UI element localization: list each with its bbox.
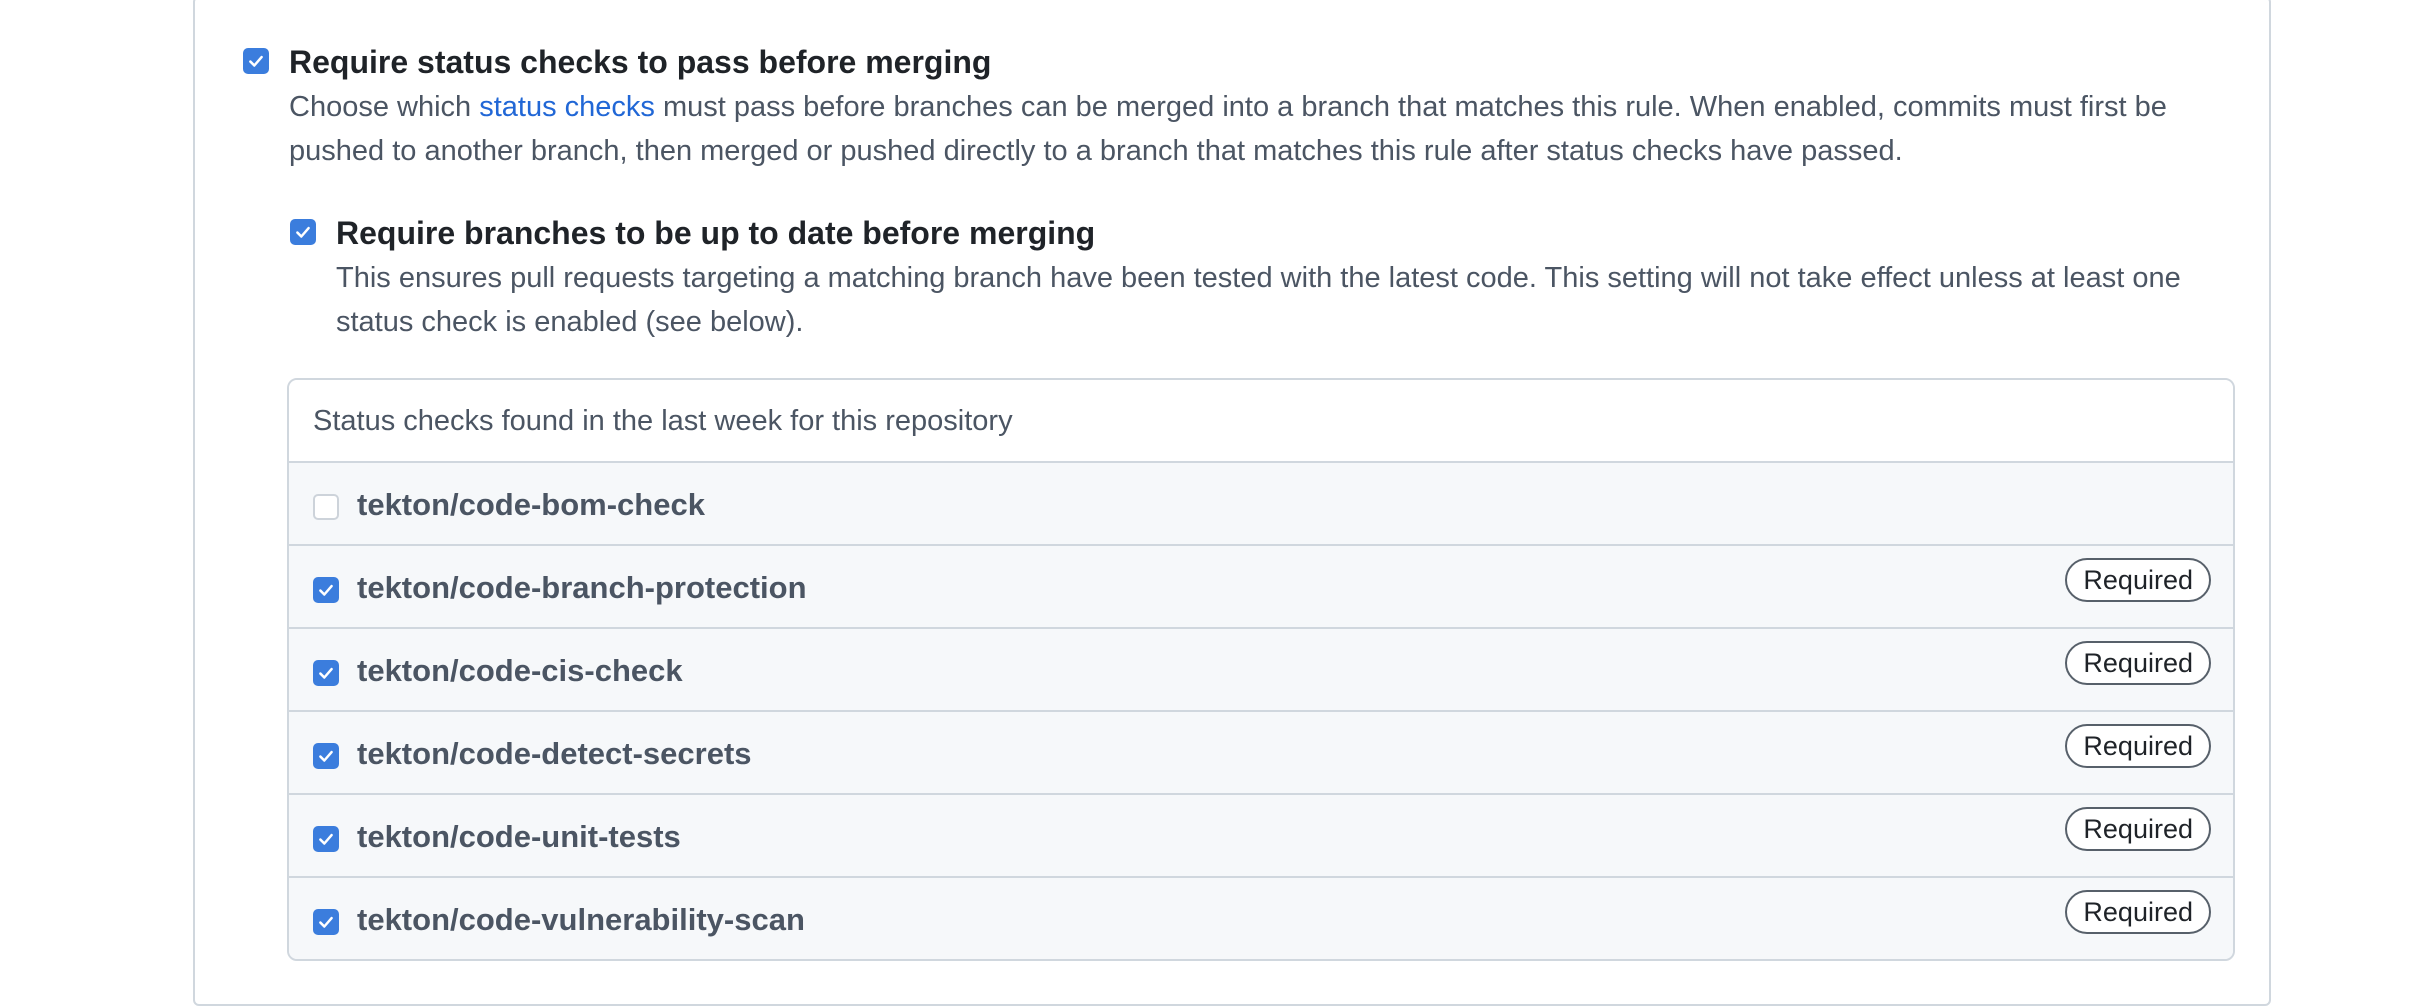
status-checks-header: Status checks found in the last week for…	[289, 380, 2233, 463]
status-check-name: tekton/code-vulnerability-scan	[357, 902, 805, 937]
description-text-start: Choose which	[289, 91, 480, 123]
status-check-row[interactable]: tekton/code-vulnerability-scan Required	[289, 878, 2233, 959]
status-check-row[interactable]: tekton/code-detect-secrets Required	[289, 712, 2233, 795]
status-check-row[interactable]: tekton/code-cis-check Required	[289, 629, 2233, 712]
checkmark-icon	[319, 916, 333, 928]
checkmark-icon	[249, 55, 263, 67]
status-check-checkbox[interactable]	[313, 743, 339, 769]
status-check-checkbox[interactable]	[313, 577, 339, 603]
require-up-to-date-description: This ensures pull requests targeting a m…	[336, 262, 2181, 338]
require-status-checks-checkbox[interactable]	[243, 48, 269, 74]
status-checks-link[interactable]: status checks	[479, 91, 655, 123]
require-status-checks-description: Choose which status checks must pass bef…	[289, 85, 2229, 173]
status-check-name: tekton/code-unit-tests	[357, 819, 681, 854]
checkmark-icon	[296, 226, 310, 238]
status-check-checkbox[interactable]	[313, 660, 339, 686]
status-check-row[interactable]: tekton/code-bom-check	[289, 463, 2233, 546]
checkmark-icon	[319, 833, 333, 845]
status-checks-header-text: Status checks found in the last week for…	[313, 405, 1013, 437]
required-badge: Required	[2065, 890, 2211, 934]
require-up-to-date-label[interactable]: Require branches to be up to date before…	[336, 215, 1095, 252]
status-check-checkbox[interactable]	[313, 909, 339, 935]
checkmark-icon	[319, 667, 333, 679]
checkmark-icon	[319, 584, 333, 596]
status-check-row[interactable]: tekton/code-branch-protection Required	[289, 546, 2233, 629]
status-check-name: tekton/code-cis-check	[357, 653, 683, 688]
required-badge: Required	[2065, 724, 2211, 768]
require-up-to-date-checkbox[interactable]	[290, 219, 316, 245]
required-badge: Required	[2065, 558, 2211, 602]
checkmark-icon	[319, 750, 333, 762]
require-status-checks-label[interactable]: Require status checks to pass before mer…	[289, 44, 991, 81]
status-check-name: tekton/code-bom-check	[357, 487, 705, 522]
status-check-name: tekton/code-branch-protection	[357, 570, 807, 605]
status-checks-list: Status checks found in the last week for…	[287, 378, 2235, 961]
status-check-checkbox[interactable]	[313, 826, 339, 852]
required-badge: Required	[2065, 641, 2211, 685]
status-check-checkbox[interactable]	[313, 494, 339, 520]
status-check-name: tekton/code-detect-secrets	[357, 736, 752, 771]
required-badge: Required	[2065, 807, 2211, 851]
status-check-row[interactable]: tekton/code-unit-tests Required	[289, 795, 2233, 878]
